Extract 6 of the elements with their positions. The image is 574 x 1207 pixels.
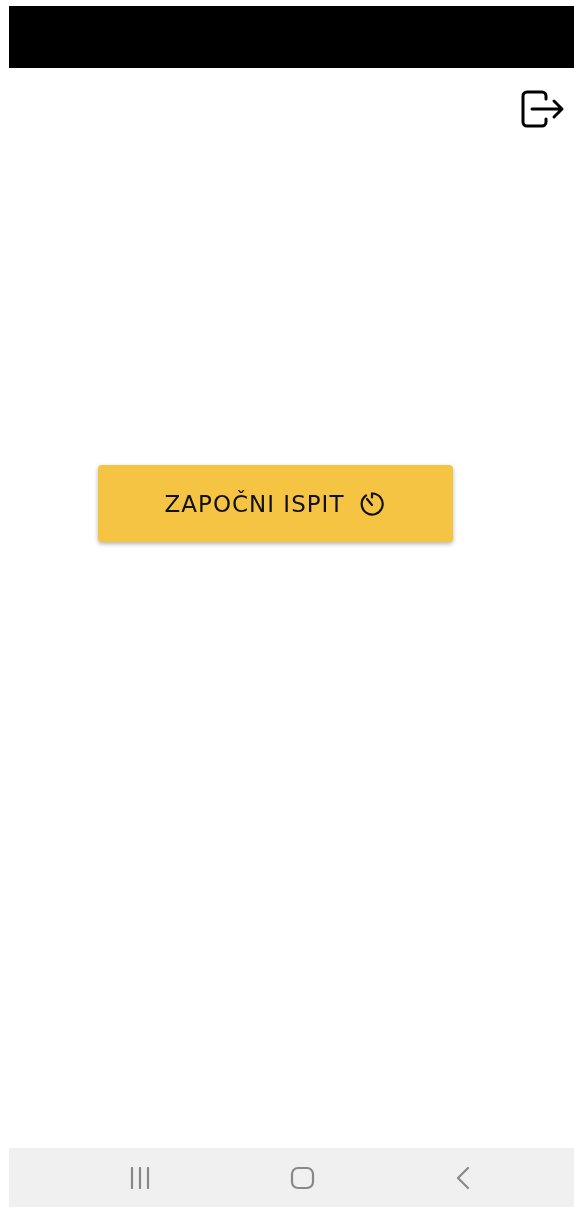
back-icon[interactable] bbox=[455, 1165, 471, 1190]
recent-apps-icon[interactable] bbox=[129, 1166, 151, 1189]
logout-icon[interactable] bbox=[519, 90, 565, 128]
timer-icon bbox=[358, 489, 387, 518]
home-icon[interactable] bbox=[290, 1164, 316, 1191]
start-exam-button[interactable]: ZAPOČNI ISPIT bbox=[98, 465, 453, 542]
